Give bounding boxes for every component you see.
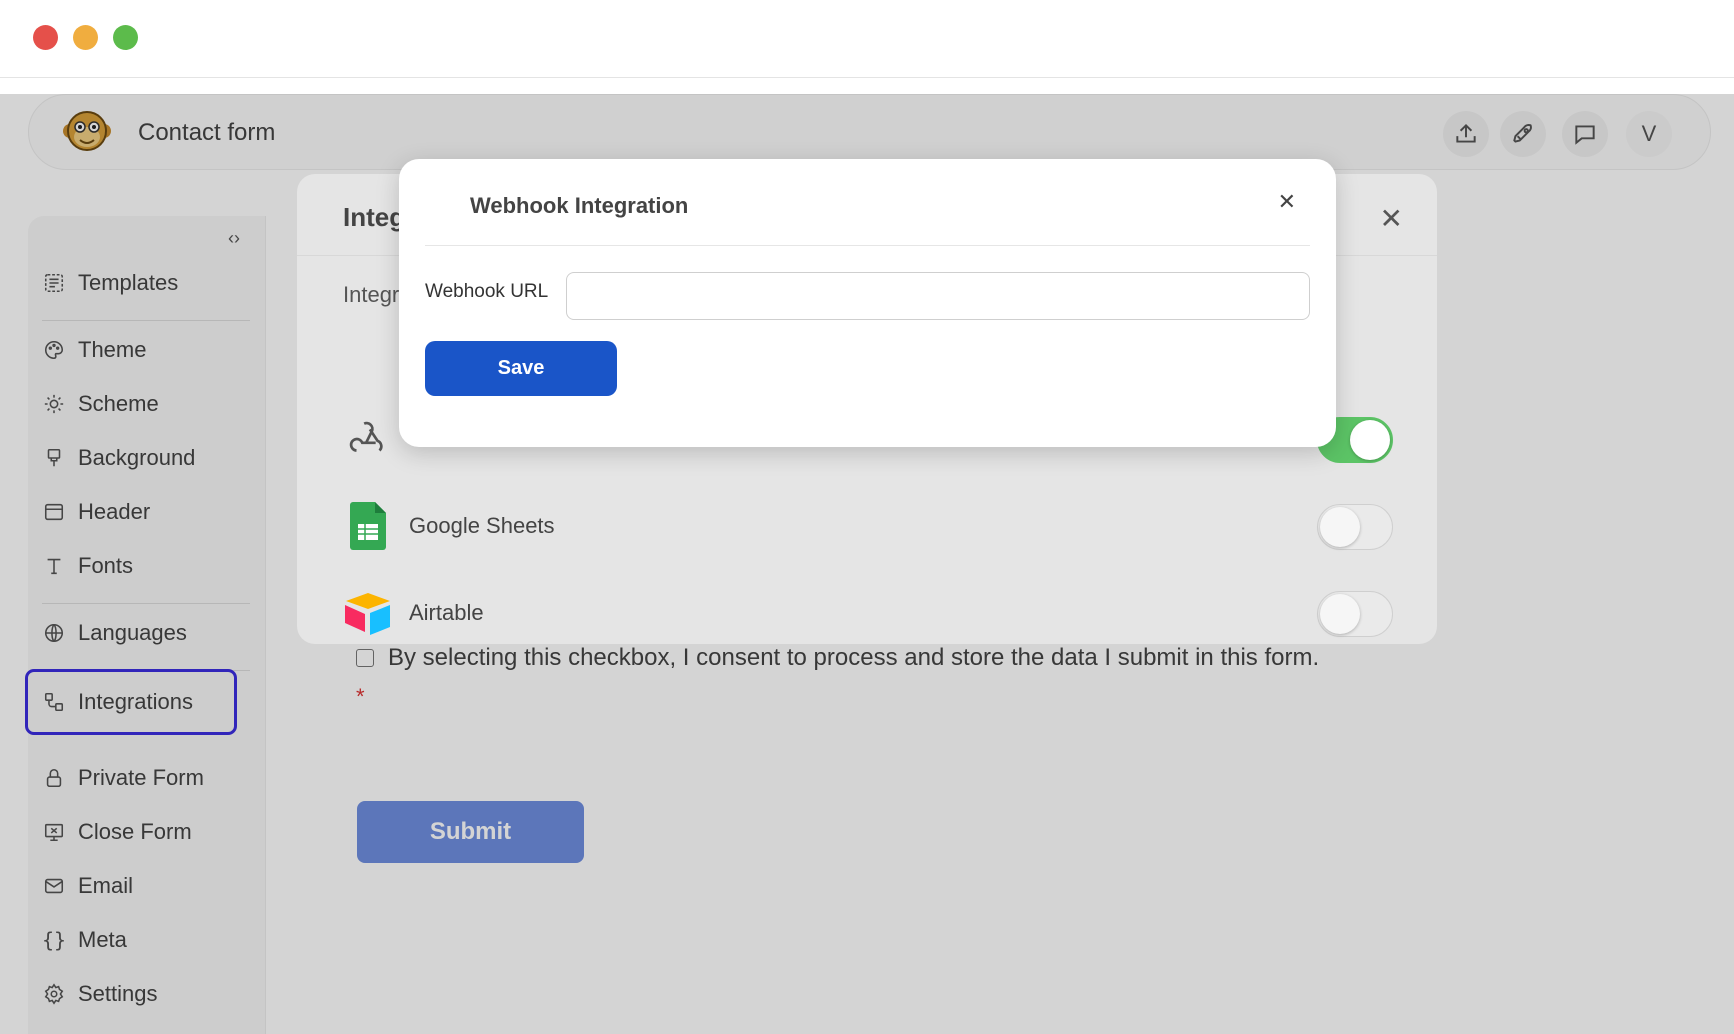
close-icon[interactable]: ✕ <box>1380 202 1403 235</box>
close-icon[interactable]: ✕ <box>1278 189 1296 215</box>
webhook-url-label: Webhook URL <box>425 281 549 302</box>
google-sheets-toggle[interactable] <box>1317 504 1393 550</box>
integration-row-airtable: Airtable <box>343 585 1393 641</box>
integration-label: Airtable <box>409 600 484 625</box>
window-close-button[interactable] <box>33 25 58 50</box>
webhook-integration-modal: Webhook Integration ✕ Webhook URL Save <box>399 159 1336 447</box>
integrations-panel-subtitle: Integr <box>343 282 400 307</box>
save-button[interactable]: Save <box>425 341 617 396</box>
google-sheets-icon <box>343 498 393 554</box>
integration-label: Google Sheets <box>409 513 555 538</box>
modal-title: Webhook Integration <box>470 193 689 218</box>
app-area: Contact form V ‹› Templates Theme Scheme <box>0 94 1734 1034</box>
integration-row-google-sheets: Google Sheets <box>343 498 1393 554</box>
webhook-icon <box>343 411 393 467</box>
window-minimize-button[interactable] <box>73 25 98 50</box>
airtable-toggle[interactable] <box>1317 591 1393 637</box>
modal-divider <box>425 245 1310 246</box>
integrations-panel-title: Integ <box>343 202 406 232</box>
window-maximize-button[interactable] <box>113 25 138 50</box>
window-titlebar <box>0 0 1734 78</box>
webhook-url-input[interactable] <box>566 272 1310 320</box>
airtable-icon <box>343 585 393 641</box>
